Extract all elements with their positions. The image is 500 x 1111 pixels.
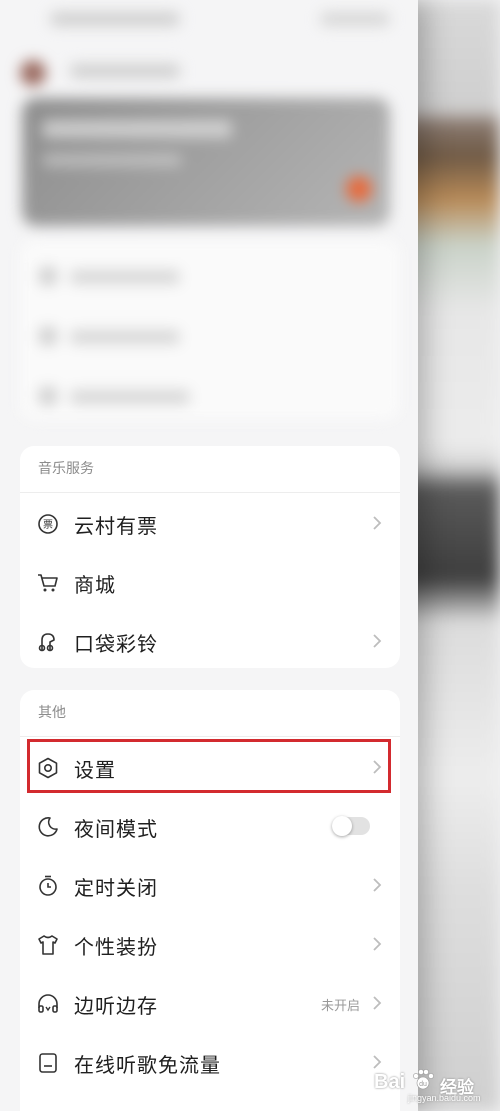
music-services-title: 音乐服务 bbox=[20, 446, 400, 493]
menu-item-themes[interactable]: 个性装扮 bbox=[20, 914, 400, 973]
svg-text:票: 票 bbox=[43, 519, 53, 531]
toggle-knob bbox=[332, 816, 352, 836]
menu-item-label: 边听边存 bbox=[74, 994, 158, 1018]
menu-item-label: 云村有票 bbox=[74, 514, 158, 538]
chevron-right-icon bbox=[370, 993, 384, 1013]
chevron-right-icon bbox=[370, 513, 384, 533]
menu-item-label: 在线听歌免流量 bbox=[74, 1053, 221, 1077]
svg-text:du: du bbox=[419, 1081, 427, 1088]
blurred-menu-list bbox=[20, 240, 400, 420]
music-services-card: 音乐服务 票 云村有票 商城 口袋彩铃 bbox=[20, 446, 400, 668]
sim-card-icon bbox=[36, 1051, 60, 1075]
ticket-icon: 票 bbox=[36, 512, 60, 536]
menu-item-free-data[interactable]: 在线听歌免流量 bbox=[20, 1032, 400, 1091]
other-card: 其他 设置 夜间模式 定时关闭 个性装扮 边听边存 未开启 在线听歌免流量 bbox=[20, 690, 400, 1111]
menu-item-label: 夜间模式 bbox=[74, 817, 158, 841]
blurred-user-row bbox=[20, 58, 390, 86]
menu-item-label: 定时关闭 bbox=[74, 876, 158, 900]
paw-logo-icon: du bbox=[410, 1067, 436, 1093]
moon-icon bbox=[36, 815, 60, 839]
watermark-url: jingyan.baidu.com bbox=[408, 1093, 481, 1103]
watermark-brand: Bai bbox=[374, 1071, 406, 1093]
blurred-vip-card bbox=[22, 98, 390, 226]
night-mode-toggle[interactable] bbox=[332, 816, 370, 836]
menu-item-mall[interactable]: 商城 bbox=[20, 552, 400, 611]
ringtone-icon bbox=[36, 630, 60, 654]
menu-item-listen-save[interactable]: 边听边存 未开启 bbox=[20, 973, 400, 1032]
menu-item-settings[interactable]: 设置 bbox=[20, 737, 400, 796]
blurred-top-row bbox=[30, 8, 400, 30]
cart-icon bbox=[36, 571, 60, 595]
chevron-right-icon bbox=[370, 631, 384, 651]
menu-item-ringtone[interactable]: 口袋彩铃 bbox=[20, 611, 400, 668]
menu-item-label: 商城 bbox=[74, 573, 116, 597]
menu-item-sleep-timer[interactable]: 定时关闭 bbox=[20, 855, 400, 914]
status-text: 未开启 bbox=[320, 999, 360, 1014]
menu-item-label: 设置 bbox=[74, 758, 116, 782]
chevron-right-icon bbox=[370, 757, 384, 777]
settings-icon bbox=[36, 756, 60, 780]
baidu-jingyan-watermark: Bai du 经验 jingyan.baidu.com bbox=[374, 1067, 494, 1107]
menu-item-label: 个性装扮 bbox=[74, 935, 158, 959]
timer-icon bbox=[36, 874, 60, 898]
menu-item-night-mode[interactable]: 夜间模式 bbox=[20, 796, 400, 855]
menu-item-ticket[interactable]: 票 云村有票 bbox=[20, 493, 400, 552]
headphones-icon bbox=[36, 992, 60, 1016]
chevron-right-icon bbox=[370, 875, 384, 895]
tshirt-icon bbox=[36, 933, 60, 957]
chevron-right-icon bbox=[370, 934, 384, 954]
other-title: 其他 bbox=[20, 690, 400, 737]
side-drawer: 音乐服务 票 云村有票 商城 口袋彩铃 其他 设置 夜间模式 定时关闭 个性装扮… bbox=[0, 0, 418, 1111]
menu-item-label: 口袋彩铃 bbox=[74, 632, 158, 656]
